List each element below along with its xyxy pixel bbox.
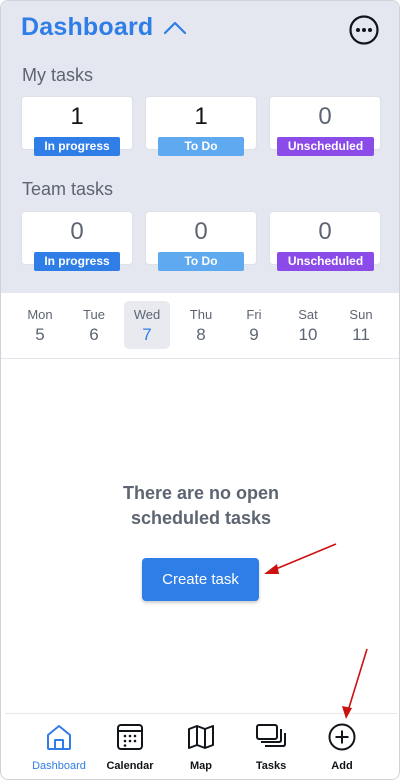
day-tue[interactable]: Tue 6 bbox=[71, 301, 117, 349]
my-tasks-in-progress-card[interactable]: 1 In progress bbox=[22, 97, 132, 156]
day-name: Fri bbox=[246, 307, 262, 322]
tab-label: Calendar bbox=[106, 760, 154, 772]
annotation-arrow-create bbox=[270, 543, 337, 572]
plus-circle-icon bbox=[328, 723, 356, 751]
empty-line-2: scheduled tasks bbox=[130, 508, 272, 528]
team-tasks-unscheduled-card[interactable]: 0 Unscheduled bbox=[270, 212, 380, 271]
map-icon bbox=[188, 725, 214, 749]
day-date: 11 bbox=[352, 325, 370, 344]
status-badge: To Do bbox=[158, 252, 244, 271]
chevron-up-icon bbox=[164, 21, 187, 34]
my-tasks-label: My tasks bbox=[22, 65, 94, 85]
app-frame: Dashboard My tasks 1 In progress 1 To Do… bbox=[0, 0, 400, 780]
empty-state-message: There are no open scheduled tasks bbox=[61, 481, 341, 531]
week-strip: Mon 5 Tue 6 Wed 7 Thu 8 Fri 9 Sat 10 Sun… bbox=[1, 293, 399, 359]
tab-label: Add bbox=[331, 760, 353, 772]
tab-label: Tasks bbox=[255, 760, 287, 772]
arrow-head-icon bbox=[264, 564, 279, 574]
bottom-tab-bar: Dashboard Calendar Map Tasks Add bbox=[5, 713, 397, 779]
status-badge: Unscheduled bbox=[277, 137, 374, 156]
tab-add[interactable]: Add bbox=[306, 722, 378, 772]
team-tasks-in-progress-card[interactable]: 0 In progress bbox=[22, 212, 132, 271]
day-name: Sat bbox=[298, 307, 318, 322]
status-badge: In progress bbox=[34, 137, 120, 156]
more-options-icon[interactable] bbox=[348, 14, 380, 46]
day-name: Thu bbox=[189, 307, 213, 322]
day-name: Sun bbox=[349, 307, 373, 322]
status-badge: To Do bbox=[158, 137, 244, 156]
my-tasks-todo-card[interactable]: 1 To Do bbox=[146, 97, 256, 156]
create-task-button[interactable]: Create task bbox=[142, 558, 259, 601]
day-date: 10 bbox=[298, 325, 318, 344]
my-tasks-unscheduled-card[interactable]: 0 Unscheduled bbox=[270, 97, 380, 156]
empty-line-1: There are no open bbox=[122, 483, 280, 503]
page-title: Dashboard bbox=[21, 13, 154, 41]
day-fri[interactable]: Fri 9 bbox=[231, 301, 277, 349]
tab-calendar[interactable]: Calendar bbox=[94, 722, 166, 772]
day-name: Tue bbox=[83, 307, 105, 322]
day-mon[interactable]: Mon 5 bbox=[17, 301, 63, 349]
day-sun[interactable]: Sun 11 bbox=[338, 301, 384, 349]
status-badge: Unscheduled bbox=[277, 252, 374, 271]
status-badge: In progress bbox=[34, 252, 120, 271]
count: 0 bbox=[318, 218, 332, 245]
count: 0 bbox=[70, 218, 84, 245]
dashboard-title-toggle[interactable]: Dashboard bbox=[21, 13, 187, 42]
count: 0 bbox=[318, 103, 332, 130]
summary-panel: Dashboard My tasks 1 In progress 1 To Do… bbox=[1, 1, 399, 293]
tab-label: Map bbox=[190, 760, 212, 772]
count: 0 bbox=[194, 218, 208, 245]
home-icon bbox=[47, 725, 71, 750]
team-tasks-todo-card[interactable]: 0 To Do bbox=[146, 212, 256, 271]
tab-label: Dashboard bbox=[32, 760, 86, 772]
count: 1 bbox=[194, 103, 208, 130]
day-date: 9 bbox=[249, 325, 259, 344]
count: 1 bbox=[70, 103, 84, 130]
day-date: 7 bbox=[142, 325, 152, 344]
tab-dashboard[interactable]: Dashboard bbox=[23, 722, 95, 772]
day-date: 6 bbox=[89, 325, 99, 344]
annotation-arrow-add bbox=[347, 648, 368, 712]
day-thu[interactable]: Thu 8 bbox=[178, 301, 224, 349]
day-date: 8 bbox=[196, 325, 206, 344]
day-name: Wed bbox=[133, 307, 161, 322]
day-name: Mon bbox=[27, 307, 53, 322]
tasks-icon bbox=[256, 724, 286, 747]
team-tasks-label: Team tasks bbox=[22, 179, 114, 199]
day-sat[interactable]: Sat 10 bbox=[285, 301, 331, 349]
tab-map[interactable]: Map bbox=[165, 722, 237, 772]
tab-tasks[interactable]: Tasks bbox=[235, 722, 307, 772]
calendar-icon bbox=[117, 724, 143, 750]
day-date: 5 bbox=[35, 325, 45, 344]
day-wed[interactable]: Wed 7 bbox=[124, 301, 170, 349]
